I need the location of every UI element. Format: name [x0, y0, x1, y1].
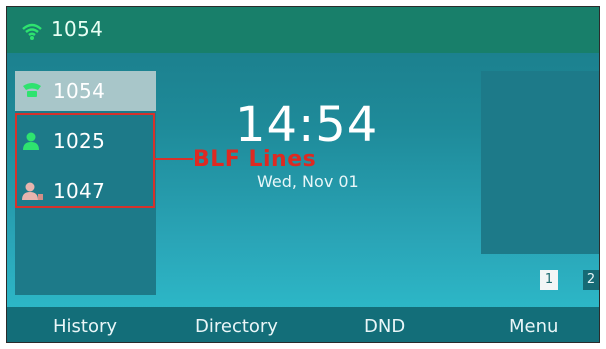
blf-callout-line — [155, 158, 193, 160]
dnd-softkey[interactable]: DND — [364, 316, 405, 337]
right-line-panel — [481, 71, 599, 254]
page-indicator-1[interactable]: 1 — [540, 270, 558, 290]
clock-date: Wed, Nov 01 — [257, 172, 359, 191]
blf-lines-highlight-box — [15, 113, 155, 208]
line-key-label: 1054 — [53, 79, 106, 103]
status-account-label: 1054 — [51, 17, 104, 41]
status-bar: 1054 — [7, 7, 599, 53]
clock-time: 14:54 — [235, 97, 379, 153]
page-indicator-2[interactable]: 2 — [583, 270, 599, 290]
menu-softkey[interactable]: Menu — [509, 316, 558, 337]
account-icon — [21, 81, 43, 103]
directory-softkey[interactable]: Directory — [195, 316, 278, 337]
signal-icon — [21, 23, 43, 45]
softkey-bar: History Directory DND Menu — [7, 307, 599, 342]
phone-screen: 1054 1054 1025 1047 BLF Lines 14:54 Wed,… — [7, 7, 599, 342]
history-softkey[interactable]: History — [53, 316, 117, 337]
line-key-1054[interactable]: 1054 — [15, 71, 156, 111]
phone-screen-frame: 1054 1054 1025 1047 BLF Lines 14:54 Wed,… — [6, 6, 600, 343]
